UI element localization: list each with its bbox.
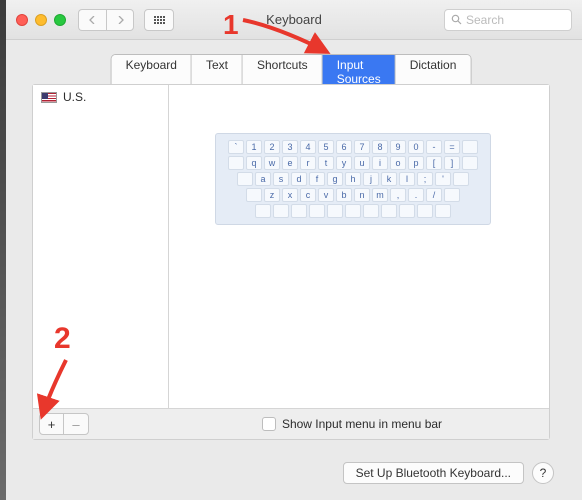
source-item-label: U.S.: [63, 90, 86, 104]
preview-key: 6: [336, 140, 352, 154]
preview-key: [: [426, 156, 442, 170]
preview-key: -: [426, 140, 442, 154]
preview-key: 2: [264, 140, 280, 154]
grid-icon: [154, 16, 165, 24]
preview-key: .: [408, 188, 424, 202]
preview-key: k: [381, 172, 397, 186]
preview-key: r: [300, 156, 316, 170]
preview-key: q: [246, 156, 262, 170]
preview-key: h: [345, 172, 361, 186]
back-button[interactable]: [78, 9, 106, 31]
source-item-us[interactable]: U.S.: [33, 85, 168, 109]
preview-key: [444, 188, 460, 202]
flag-us-icon: [41, 92, 57, 103]
help-button[interactable]: ?: [532, 462, 554, 484]
preview-key: ]: [444, 156, 460, 170]
preview-key: y: [336, 156, 352, 170]
forward-button[interactable]: [106, 9, 134, 31]
preview-key: v: [318, 188, 334, 202]
titlebar: Keyboard Search: [6, 0, 582, 40]
search-icon: [451, 14, 462, 25]
preview-key: 8: [372, 140, 388, 154]
close-icon[interactable]: [16, 14, 28, 26]
preview-key: s: [273, 172, 289, 186]
preview-key: a: [255, 172, 271, 186]
preview-key: 0: [408, 140, 424, 154]
preview-key: [237, 172, 253, 186]
preview-key: u: [354, 156, 370, 170]
preview-key: 5: [318, 140, 334, 154]
preview-key: j: [363, 172, 379, 186]
search-field[interactable]: Search: [444, 9, 572, 31]
preview-key: =: [444, 140, 460, 154]
add-source-button[interactable]: +: [40, 414, 64, 434]
show-input-menu-checkbox[interactable]: [262, 417, 276, 431]
chevron-right-icon: [116, 16, 124, 24]
preview-key: 7: [354, 140, 370, 154]
preview-key: [399, 204, 415, 218]
preview-key: [228, 156, 244, 170]
preview-key: [273, 204, 289, 218]
preview-key: 4: [300, 140, 316, 154]
chevron-left-icon: [89, 16, 97, 24]
search-placeholder: Search: [466, 13, 504, 27]
preview-key: z: [264, 188, 280, 202]
minimize-icon[interactable]: [35, 14, 47, 26]
preview-key: 1: [246, 140, 262, 154]
preview-key: x: [282, 188, 298, 202]
show-input-menu-option[interactable]: Show Input menu in menu bar: [262, 417, 442, 431]
preview-key: 9: [390, 140, 406, 154]
preview-key: [453, 172, 469, 186]
preview-key: l: [399, 172, 415, 186]
preview-key: e: [282, 156, 298, 170]
add-remove-group: + –: [39, 413, 89, 435]
preview-key: [309, 204, 325, 218]
preview-key: `: [228, 140, 244, 154]
zoom-icon[interactable]: [54, 14, 66, 26]
preview-key: ': [435, 172, 451, 186]
preview-key: t: [318, 156, 334, 170]
show-input-menu-label: Show Input menu in menu bar: [282, 417, 442, 431]
preview-key: i: [372, 156, 388, 170]
preview-key: 3: [282, 140, 298, 154]
preview-key: [255, 204, 271, 218]
preview-key: p: [408, 156, 424, 170]
preview-key: g: [327, 172, 343, 186]
preview-key: n: [354, 188, 370, 202]
preview-key: [462, 156, 478, 170]
preview-key: [417, 204, 433, 218]
preview-key: w: [264, 156, 280, 170]
keyboard-preview: `1234567890-= qwertyuiop[] asdfghjkl;' zxcv…: [215, 133, 491, 225]
keyboard-preview-pane: `1234567890-= qwertyuiop[] asdfghjkl;' zxcv…: [169, 85, 549, 408]
preview-key: [381, 204, 397, 218]
preview-key: [345, 204, 361, 218]
preview-key: d: [291, 172, 307, 186]
preview-key: b: [336, 188, 352, 202]
traffic-lights: [16, 14, 66, 26]
preview-key: f: [309, 172, 325, 186]
window-title: Keyboard: [266, 12, 322, 27]
preview-key: /: [426, 188, 442, 202]
preview-key: [327, 204, 343, 218]
preview-key: o: [390, 156, 406, 170]
preview-key: [435, 204, 451, 218]
preview-key: c: [300, 188, 316, 202]
input-sources-panel: U.S. `1234567890-= qwertyuiop[] asdfghjkl;…: [32, 84, 550, 440]
preview-key: m: [372, 188, 388, 202]
source-list[interactable]: U.S.: [33, 85, 169, 408]
remove-source-button[interactable]: –: [64, 414, 88, 434]
preview-key: [363, 204, 379, 218]
preview-key: ,: [390, 188, 406, 202]
preview-key: ;: [417, 172, 433, 186]
bluetooth-keyboard-button[interactable]: Set Up Bluetooth Keyboard...: [343, 462, 524, 484]
preview-key: [462, 140, 478, 154]
preview-key: [246, 188, 262, 202]
preview-key: [291, 204, 307, 218]
show-all-button[interactable]: [144, 9, 174, 31]
